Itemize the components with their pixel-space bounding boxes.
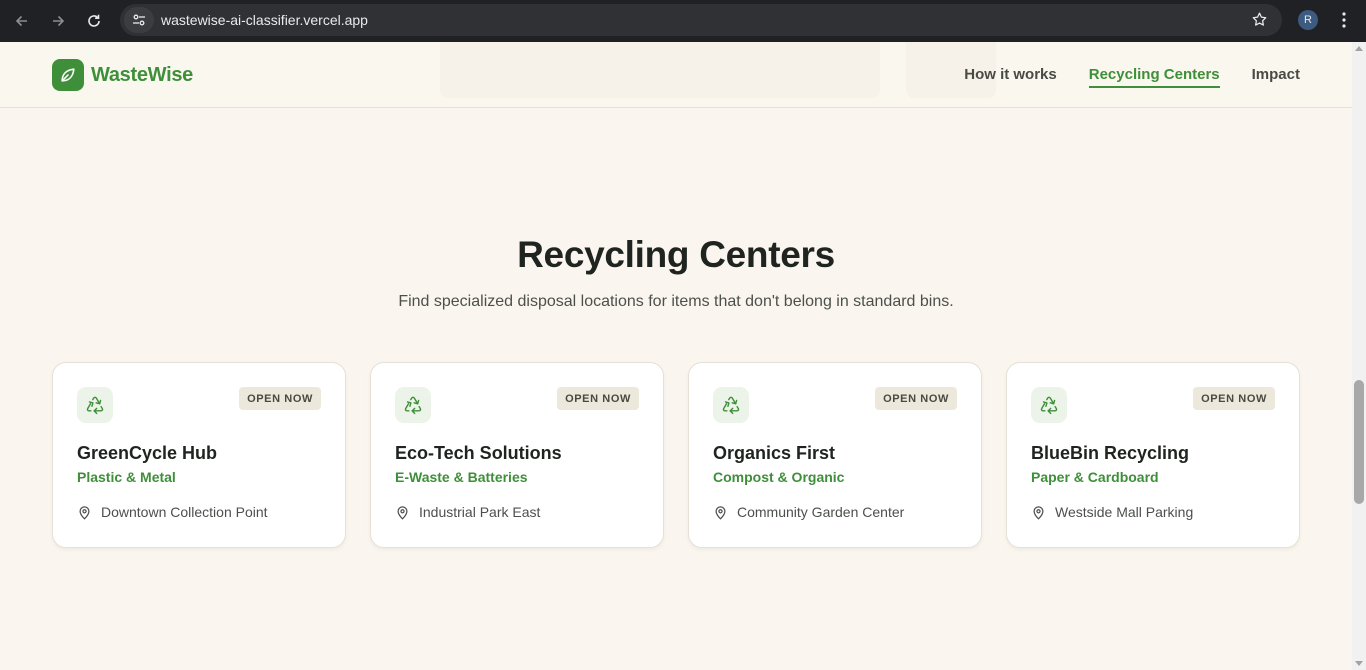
center-location: Downtown Collection Point bbox=[77, 504, 268, 520]
page-viewport: WasteWise How it works Recycling Centers… bbox=[0, 42, 1352, 670]
recycle-icon bbox=[77, 387, 113, 423]
map-pin-icon bbox=[397, 505, 408, 520]
center-name: GreenCycle Hub bbox=[77, 443, 218, 463]
bookmark-button[interactable] bbox=[1251, 11, 1268, 33]
nav-how-it-works[interactable]: How it works bbox=[964, 66, 1057, 88]
browser-toolbar: wastewise-ai-classifier.vercel.app R bbox=[0, 0, 1366, 42]
nav-recycling-centers[interactable]: Recycling Centers bbox=[1088, 66, 1220, 88]
logo-text: WasteWise bbox=[91, 63, 193, 86]
recycle-icon bbox=[713, 387, 749, 423]
status-badge: OPEN NOW bbox=[1193, 387, 1275, 410]
center-location-text: Industrial Park East bbox=[419, 504, 541, 520]
browser-menu-button[interactable] bbox=[1334, 8, 1354, 32]
center-location-text: Downtown Collection Point bbox=[101, 504, 268, 520]
center-category: Compost & Organic bbox=[713, 469, 845, 485]
main-nav: How it works Recycling Centers Impact bbox=[964, 66, 1300, 88]
center-location-text: Westside Mall Parking bbox=[1055, 504, 1194, 520]
section-subtitle: Find specialized disposal locations for … bbox=[398, 293, 954, 310]
status-badge: OPEN NOW bbox=[239, 387, 321, 410]
status-badge: OPEN NOW bbox=[875, 387, 957, 410]
section-title: Recycling Centers bbox=[517, 234, 835, 275]
reload-icon bbox=[88, 14, 100, 27]
arrow-left-icon bbox=[15, 15, 27, 27]
map-pin-icon bbox=[1033, 505, 1044, 520]
recycle-icon bbox=[395, 387, 431, 423]
back-button[interactable] bbox=[4, 3, 40, 39]
recycle-icon bbox=[1031, 387, 1067, 423]
arrow-right-icon bbox=[53, 15, 65, 27]
center-name: BlueBin Recycling bbox=[1031, 443, 1190, 463]
scroll-thumb[interactable] bbox=[1354, 380, 1364, 504]
tune-icon bbox=[133, 14, 145, 26]
center-card-greencycle-hub[interactable]: OPEN NOW GreenCycle Hub Plastic & Metal … bbox=[52, 362, 346, 548]
center-name: Eco-Tech Solutions bbox=[395, 443, 562, 463]
nav-impact[interactable]: Impact bbox=[1252, 66, 1300, 88]
header-backdrop-shape bbox=[440, 42, 880, 98]
page-scrollbar[interactable] bbox=[1352, 42, 1366, 670]
scroll-up-arrow[interactable] bbox=[1355, 46, 1363, 51]
profile-avatar[interactable]: R bbox=[1298, 10, 1318, 30]
site-header: WasteWise How it works Recycling Centers… bbox=[0, 42, 1352, 108]
center-location: Industrial Park East bbox=[395, 504, 540, 520]
center-category: E-Waste & Batteries bbox=[395, 469, 528, 485]
star-icon bbox=[1252, 12, 1267, 26]
center-category: Paper & Cardboard bbox=[1031, 469, 1159, 485]
scroll-down-arrow[interactable] bbox=[1355, 661, 1363, 666]
site-info-button[interactable] bbox=[124, 7, 154, 33]
forward-button[interactable] bbox=[40, 3, 76, 39]
center-location-text: Community Garden Center bbox=[737, 504, 905, 520]
center-card-organics-first[interactable]: OPEN NOW Organics First Compost & Organi… bbox=[688, 362, 982, 548]
center-card-bluebin-recycling[interactable]: OPEN NOW BlueBin Recycling Paper & Cardb… bbox=[1006, 362, 1300, 548]
reload-button[interactable] bbox=[76, 3, 112, 39]
center-card-eco-tech-solutions[interactable]: OPEN NOW Eco-Tech Solutions E-Waste & Ba… bbox=[370, 362, 664, 548]
address-bar[interactable]: wastewise-ai-classifier.vercel.app bbox=[120, 4, 1282, 36]
center-name: Organics First bbox=[713, 443, 836, 463]
more-vert-icon bbox=[1342, 12, 1346, 28]
status-badge: OPEN NOW bbox=[557, 387, 639, 410]
center-category: Plastic & Metal bbox=[77, 469, 176, 485]
center-location: Westside Mall Parking bbox=[1031, 504, 1193, 520]
site-logo[interactable]: WasteWise bbox=[52, 59, 193, 91]
center-location: Community Garden Center bbox=[713, 504, 904, 520]
leaf-icon bbox=[52, 59, 84, 91]
recycling-centers-list: OPEN NOW GreenCycle Hub Plastic & Metal … bbox=[52, 362, 1300, 548]
map-pin-icon bbox=[79, 505, 90, 520]
map-pin-icon bbox=[715, 505, 726, 520]
url-text[interactable]: wastewise-ai-classifier.vercel.app bbox=[161, 12, 368, 28]
